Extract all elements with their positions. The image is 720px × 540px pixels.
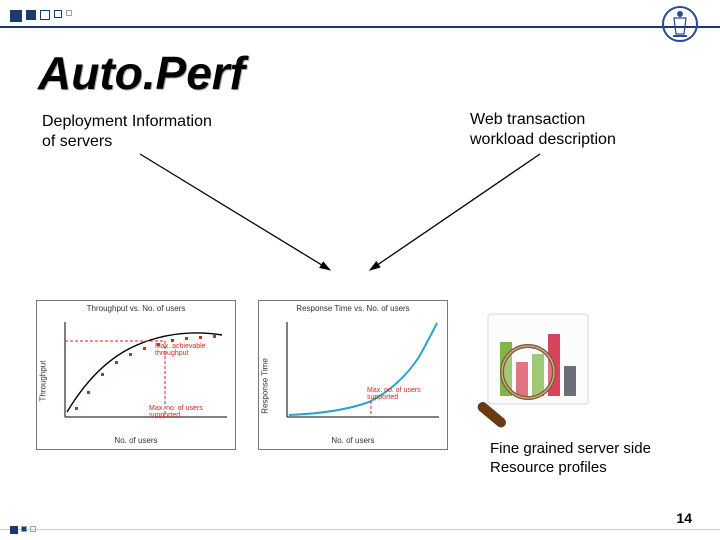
- resource-profiles-icon: [470, 300, 620, 430]
- text-line: workload description: [470, 130, 616, 150]
- x-axis-label: No. of users: [37, 436, 235, 447]
- chart-throughput: Throughput vs. No. of users Throughput: [36, 300, 236, 450]
- page-number: 14: [676, 510, 692, 526]
- input-label-deployment: Deployment Information of servers: [42, 112, 212, 152]
- output-label-profiles: Fine grained server side Resource profil…: [490, 440, 651, 478]
- text-line: of servers: [42, 132, 212, 152]
- slide-title: Auto.Perf: [38, 46, 245, 100]
- chart-title: Response Time vs. No. of users: [259, 301, 447, 313]
- x-axis-label: No. of users: [259, 436, 447, 447]
- footer-divider: [0, 529, 720, 530]
- output-row: Throughput vs. No. of users Throughput: [36, 300, 620, 450]
- y-axis-label: Throughput: [39, 361, 48, 402]
- text-line: Deployment Information: [42, 112, 212, 132]
- text-line: Fine grained server side: [490, 440, 651, 459]
- institute-logo: [658, 2, 702, 46]
- chart-annotation: Max. no. of users supported: [149, 405, 229, 419]
- y-axis-label: Response Time: [261, 358, 270, 414]
- arrows: [0, 150, 720, 280]
- chart-response-time: Response Time vs. No. of users Response …: [258, 300, 448, 450]
- text-line: Web transaction: [470, 110, 616, 130]
- header-divider: [0, 26, 720, 28]
- chart-annotation: Max. no. of users supported: [367, 387, 443, 401]
- text-line: Resource profiles: [490, 459, 651, 478]
- header-squares: [10, 10, 72, 22]
- chart-annotation: Max. achievable throughput: [155, 343, 229, 357]
- footer-squares: [10, 526, 36, 534]
- input-label-workload: Web transaction workload description: [470, 110, 616, 150]
- chart-title: Throughput vs. No. of users: [37, 301, 235, 313]
